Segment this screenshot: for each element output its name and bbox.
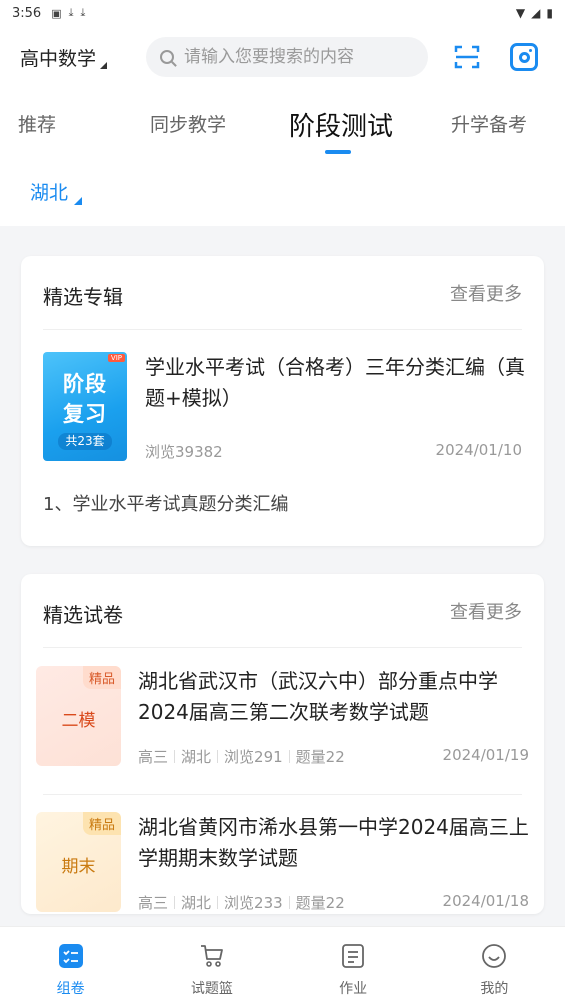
album-date: 2024/01/10 [435, 441, 522, 459]
signal-icon: ◢ [531, 6, 541, 20]
nav-profile[interactable]: 我的 [424, 927, 565, 1004]
profile-icon [482, 944, 507, 968]
premium-tag: 精品 [82, 666, 121, 689]
nav-cart[interactable]: 试题篮 [141, 927, 282, 1004]
premium-tag: 精品 [82, 812, 121, 835]
paper-title[interactable]: 湖北省黄冈市浠水县第一中学2024届高三上学期期末数学试题 [138, 812, 538, 874]
top-header: 高中数学 [0, 26, 565, 88]
homework-icon [342, 944, 365, 968]
cover-text: 复习 [63, 402, 107, 426]
paper-questions: 题量22 [295, 894, 345, 912]
section-title: 精选专辑 [43, 285, 123, 309]
divider [43, 329, 522, 330]
scan-button[interactable] [454, 44, 480, 70]
cart-icon [200, 945, 223, 967]
nav-homework[interactable]: 作业 [283, 927, 424, 1004]
wifi-icon: ▼ [515, 6, 526, 20]
region-selector[interactable]: 湖北 [30, 178, 83, 205]
vip-badge: VIP [107, 354, 125, 362]
view-more-link[interactable]: 查看更多 [450, 280, 522, 306]
album-description[interactable]: 1、学业水平考试真题分类汇编 [43, 490, 288, 516]
category-tabs: 推荐 同步教学 阶段测试 升学备考 [0, 88, 565, 162]
nav-label: 组卷 [56, 981, 85, 997]
paper-cover[interactable]: 精品 期末 [36, 812, 121, 912]
bottom-navigation: 组卷 试题篮 作业 我的 [0, 926, 565, 1004]
region-label: 湖北 [30, 182, 69, 204]
paper-grade: 高三 [138, 894, 169, 912]
search-input[interactable] [184, 47, 404, 67]
paper-title[interactable]: 湖北省武汉市（武汉六中）部分重点中学2024届高三第二次联考数学试题 [138, 666, 538, 728]
paper-meta: 高三 湖北 浏览291 题量22 [138, 746, 345, 767]
divider [43, 647, 522, 648]
paper-views: 浏览291 [224, 748, 283, 766]
paper-region: 湖北 [181, 748, 212, 766]
paper-date: 2024/01/18 [442, 892, 529, 910]
paper-views: 浏览233 [224, 894, 283, 912]
view-more-link[interactable]: 查看更多 [450, 598, 522, 624]
paper-meta: 高三 湖北 浏览233 题量22 [138, 892, 345, 913]
paper-type-label: 期末 [61, 857, 96, 877]
featured-albums-card: 精选专辑 查看更多 VIP 阶段 复习 共23套 学业水平考试（合格考）三年分类… [21, 256, 544, 546]
dropdown-triangle-icon [100, 61, 108, 69]
paper-date: 2024/01/19 [442, 746, 529, 764]
status-bar: 3:56 ▣ ⤓ ⤓ ▼ ◢ ▮ [0, 0, 565, 26]
album-views: 浏览39382 [145, 443, 223, 461]
subject-label: 高中数学 [20, 47, 97, 70]
cover-text: 阶段 [63, 372, 107, 396]
album-title[interactable]: 学业水平考试（合格考）三年分类汇编（真题+模拟） [145, 352, 525, 414]
camera-button[interactable] [510, 43, 538, 71]
battery-icon: ▮ [546, 6, 553, 20]
nav-label: 我的 [480, 981, 509, 997]
featured-papers-card: 精选试卷 查看更多 精品 二模 湖北省武汉市（武汉六中）部分重点中学2024届高… [21, 574, 544, 914]
tab-indicator [325, 150, 351, 154]
paper-cover[interactable]: 精品 二模 [36, 666, 121, 766]
paper-region: 湖北 [181, 894, 212, 912]
paper-grade: 高三 [138, 748, 169, 766]
compose-icon [58, 944, 83, 968]
download-icon: ⤓ [68, 6, 74, 19]
dropdown-triangle-icon [74, 197, 83, 205]
status-time: 3:56 [12, 5, 42, 21]
subject-selector[interactable]: 高中数学 [20, 44, 144, 71]
nav-compose[interactable]: 组卷 [0, 927, 141, 1004]
download-icon: ⤓ [80, 6, 86, 19]
region-bar: 湖北 [0, 162, 565, 226]
a-icon: ▣ [51, 6, 62, 20]
divider [43, 794, 522, 795]
album-cover[interactable]: VIP 阶段 复习 共23套 [43, 352, 127, 461]
paper-questions: 题量22 [295, 748, 345, 766]
nav-label: 作业 [339, 981, 368, 997]
search-bar[interactable] [146, 37, 428, 77]
section-title: 精选试卷 [43, 603, 123, 627]
search-icon [160, 50, 174, 64]
nav-label: 试题篮 [190, 981, 233, 997]
scan-icon [454, 45, 480, 69]
tab-recommend[interactable]: 推荐 [18, 110, 56, 137]
tab-entrance-prep[interactable]: 升学备考 [451, 110, 527, 137]
tab-sync-teaching[interactable]: 同步教学 [150, 110, 226, 137]
paper-type-label: 二模 [61, 711, 96, 731]
tab-stage-test[interactable]: 阶段测试 [289, 106, 393, 143]
cover-count: 共23套 [58, 433, 112, 450]
